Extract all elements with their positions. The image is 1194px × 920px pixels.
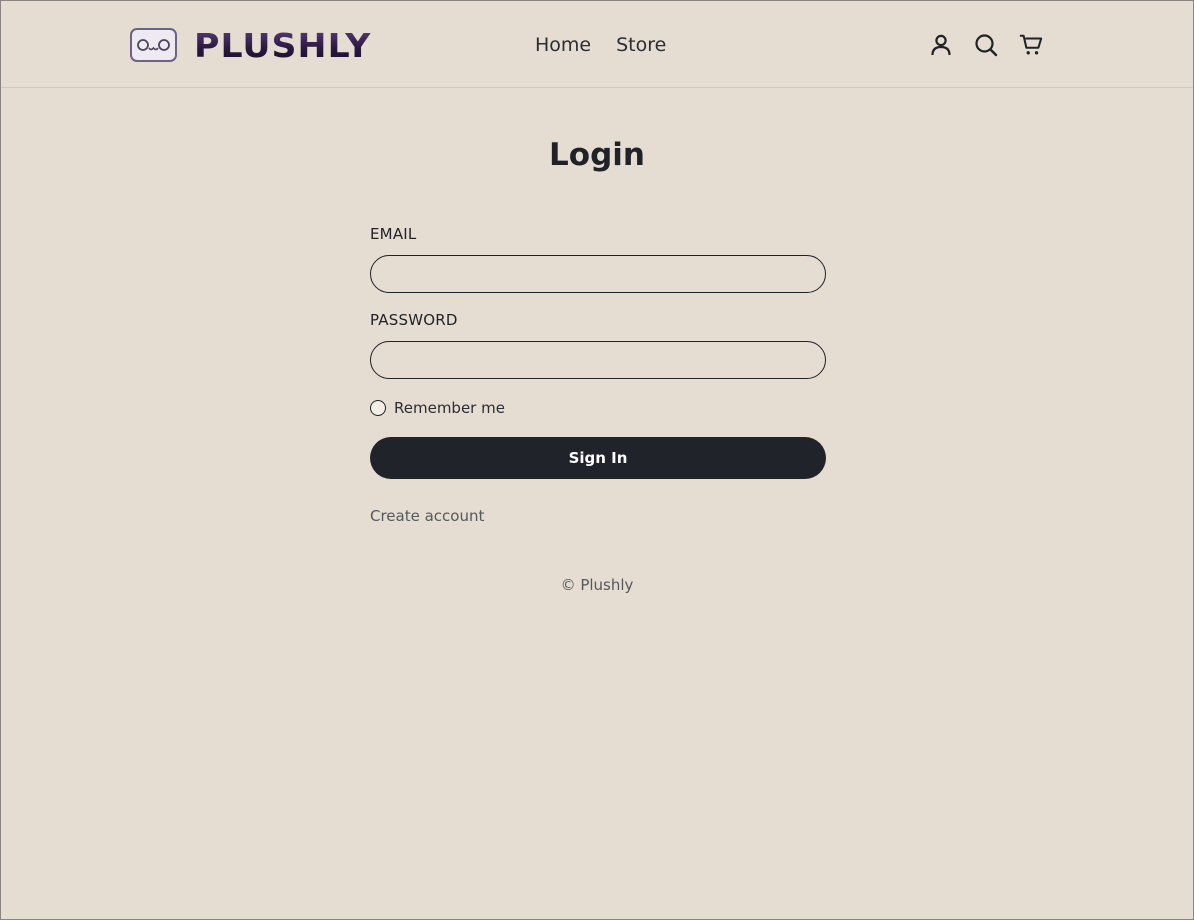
- email-label: EMAIL: [370, 225, 417, 243]
- nav-store-link[interactable]: Store: [616, 34, 666, 56]
- page-title: Login: [549, 137, 645, 173]
- email-field[interactable]: [370, 255, 826, 293]
- logo-face-icon: [130, 28, 177, 62]
- remember-me-checkbox[interactable]: [370, 400, 386, 416]
- search-icon[interactable]: [974, 32, 998, 58]
- main-nav: Home Store: [535, 34, 666, 56]
- remember-me-row: Remember me: [370, 399, 826, 417]
- logo-text: PLUSHLY: [194, 25, 372, 65]
- site-header: PLUSHLY Home Store: [1, 1, 1193, 88]
- create-account-link[interactable]: Create account: [370, 507, 484, 525]
- password-field[interactable]: [370, 341, 826, 379]
- sign-in-button[interactable]: Sign In: [370, 437, 826, 479]
- footer-copyright: © Plushly: [560, 576, 634, 594]
- password-label: PASSWORD: [370, 311, 458, 329]
- account-icon[interactable]: [929, 32, 953, 58]
- header-icons: [929, 32, 1043, 58]
- login-form: EMAIL PASSWORD Remember me Sign In Creat…: [370, 225, 826, 525]
- logo[interactable]: PLUSHLY: [130, 28, 370, 62]
- nav-home-link[interactable]: Home: [535, 34, 591, 56]
- remember-me-label[interactable]: Remember me: [394, 399, 505, 417]
- cart-icon[interactable]: [1019, 32, 1043, 58]
